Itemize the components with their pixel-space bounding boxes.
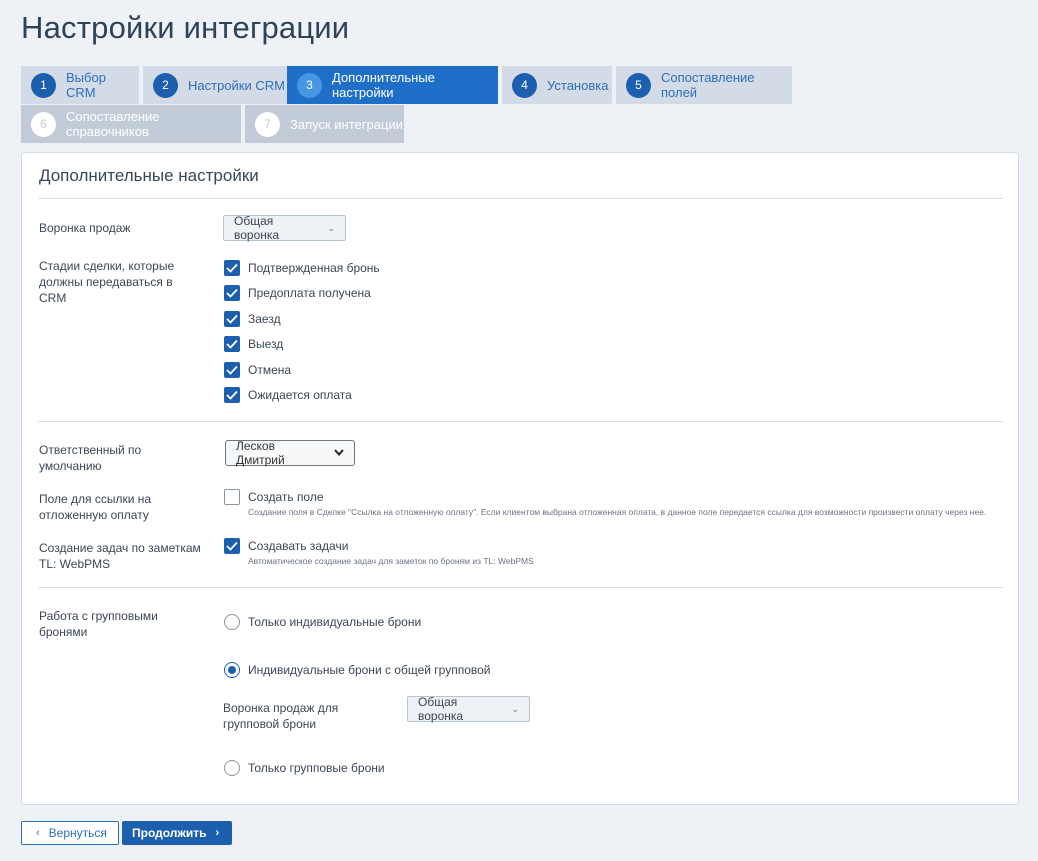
divider xyxy=(38,198,1003,199)
checkbox-checked[interactable] xyxy=(224,538,240,554)
radio-label: Только групповые брони xyxy=(248,761,385,775)
checkmark-icon xyxy=(226,314,238,324)
chevron-right-icon: › xyxy=(215,827,220,839)
step-install[interactable]: 4 Установка xyxy=(502,66,612,104)
group-funnel-value: Общая воронка xyxy=(418,695,464,723)
group-bookings-label: Работа с групповыми бронями xyxy=(39,609,158,639)
stage-checkbox-row[interactable]: Ожидается оплата xyxy=(224,387,352,403)
radio-label: Индивидуальные брони с общей групповой xyxy=(248,663,491,677)
settings-card: Дополнительные настройки Воронка продаж … xyxy=(21,152,1019,805)
responsible-label: Ответственный по умолчанию xyxy=(39,443,142,473)
stage-label: Выезд xyxy=(248,337,284,351)
radio-individual-only[interactable]: Только индивидуальные брони xyxy=(224,614,421,630)
checkbox-checked[interactable] xyxy=(224,362,240,378)
step-label: Сопоставление справочников xyxy=(66,109,160,139)
stages-label: Стадии сделки, которые должны передавать… xyxy=(39,259,175,305)
stage-checkbox-row[interactable]: Предоплата получена xyxy=(224,285,371,301)
stage-label: Заезд xyxy=(248,312,281,326)
radio-button[interactable] xyxy=(224,760,240,776)
step-label: Сопоставление полей xyxy=(661,70,755,100)
responsible-select[interactable]: Лесков Дмитрий xyxy=(225,439,355,467)
stage-label: Отмена xyxy=(248,363,292,377)
card-title: Дополнительные настройки xyxy=(39,166,259,185)
checkmark-icon xyxy=(226,263,238,273)
tasks-label: Создание задач по заметкам TL: WebPMS xyxy=(39,541,201,571)
divider xyxy=(38,587,1003,588)
checkbox-unchecked[interactable] xyxy=(224,489,240,505)
step-number: 4 xyxy=(512,72,537,98)
checkmark-icon xyxy=(226,390,238,400)
checkbox-checked[interactable] xyxy=(224,260,240,276)
stage-label: Подтвержденная бронь xyxy=(248,261,380,275)
step-number: 5 xyxy=(626,72,651,98)
deferred-link-label: Поле для ссылки на отложенную оплату xyxy=(39,492,152,522)
create-field-hint: Создание поля в Сделке "Ссылка на отложе… xyxy=(248,507,987,517)
step-number: 7 xyxy=(255,111,280,137)
stage-label: Ожидается оплата xyxy=(248,388,352,402)
step-additional-settings[interactable]: 3 Дополнительные настройки xyxy=(287,66,498,104)
checkbox-checked[interactable] xyxy=(224,285,240,301)
step-crm-settings[interactable]: 2 Настройки CRM xyxy=(143,66,304,104)
checkbox-checked[interactable] xyxy=(224,336,240,352)
back-button-label: Вернуться xyxy=(48,826,107,840)
radio-label: Только индивидуальные брони xyxy=(248,615,422,629)
checkmark-icon xyxy=(226,288,238,298)
chevron-down-icon: ⌄ xyxy=(511,703,519,714)
radio-individual-with-group[interactable]: Индивидуальные брони с общей групповой xyxy=(224,662,491,678)
create-tasks-hint: Автоматическое создание задач для замето… xyxy=(248,556,534,566)
step-number: 3 xyxy=(297,72,322,98)
continue-button[interactable]: Продолжить › xyxy=(122,821,232,845)
stage-checkbox-row[interactable]: Подтвержденная бронь xyxy=(224,260,380,276)
step-label: Настройки CRM xyxy=(188,77,285,93)
tasks-row[interactable]: Создавать задачи Автоматическое создание… xyxy=(224,538,534,567)
step-dictionary-mapping: 6 Сопоставление справочников xyxy=(21,105,241,143)
chevron-down-icon xyxy=(334,448,344,459)
radio-dot xyxy=(228,666,236,674)
checkbox-checked[interactable] xyxy=(224,311,240,327)
step-launch-integration: 7 Запуск интеграции xyxy=(245,105,404,143)
create-tasks-label: Создавать задачи xyxy=(248,539,349,553)
checkbox-checked[interactable] xyxy=(224,387,240,403)
sales-funnel-value: Общая воронка xyxy=(234,214,280,242)
checkmark-icon xyxy=(226,339,238,349)
chevron-down-icon: ⌄ xyxy=(327,222,335,233)
continue-button-label: Продолжить xyxy=(132,826,207,840)
create-field-label: Создать поле xyxy=(248,490,324,504)
divider xyxy=(38,421,1003,422)
radio-group-only[interactable]: Только групповые брони xyxy=(224,760,385,776)
stage-checkbox-row[interactable]: Выезд xyxy=(224,336,283,352)
checkmark-icon xyxy=(226,365,238,375)
step-label: Дополнительные настройки xyxy=(332,70,435,100)
group-funnel-dropdown[interactable]: Общая воронка ⌄ xyxy=(407,695,530,723)
step-field-mapping[interactable]: 5 Сопоставление полей xyxy=(616,66,792,104)
radio-button-selected[interactable] xyxy=(224,662,240,678)
step-label: Установка xyxy=(547,77,609,93)
stage-checkbox-row[interactable]: Отмена xyxy=(224,362,291,378)
step-label: Запуск интеграции xyxy=(290,116,403,132)
sales-funnel-dropdown[interactable]: Общая воронка ⌄ xyxy=(223,214,346,242)
deferred-link-row[interactable]: Создать поле Создание поля в Сделке "Ссы… xyxy=(224,489,986,518)
step-number: 1 xyxy=(31,72,56,98)
stage-checkbox-row[interactable]: Заезд xyxy=(224,311,281,327)
step-number: 6 xyxy=(31,111,56,137)
sales-funnel-label: Воронка продаж xyxy=(39,221,131,235)
step-select-crm[interactable]: 1 Выбор CRM xyxy=(21,66,139,104)
radio-button[interactable] xyxy=(224,614,240,630)
page-title: Настройки интеграции xyxy=(21,10,350,45)
stage-label: Предоплата получена xyxy=(248,286,371,300)
step-number: 2 xyxy=(153,72,178,98)
group-funnel-label: Воронка продаж для групповой брони xyxy=(223,701,339,731)
chevron-left-icon: ‹ xyxy=(36,827,40,839)
responsible-value: Лесков Дмитрий xyxy=(236,439,285,467)
back-button[interactable]: ‹ Вернуться xyxy=(21,821,119,845)
step-label: Выбор CRM xyxy=(66,70,106,100)
checkmark-icon xyxy=(226,541,238,551)
